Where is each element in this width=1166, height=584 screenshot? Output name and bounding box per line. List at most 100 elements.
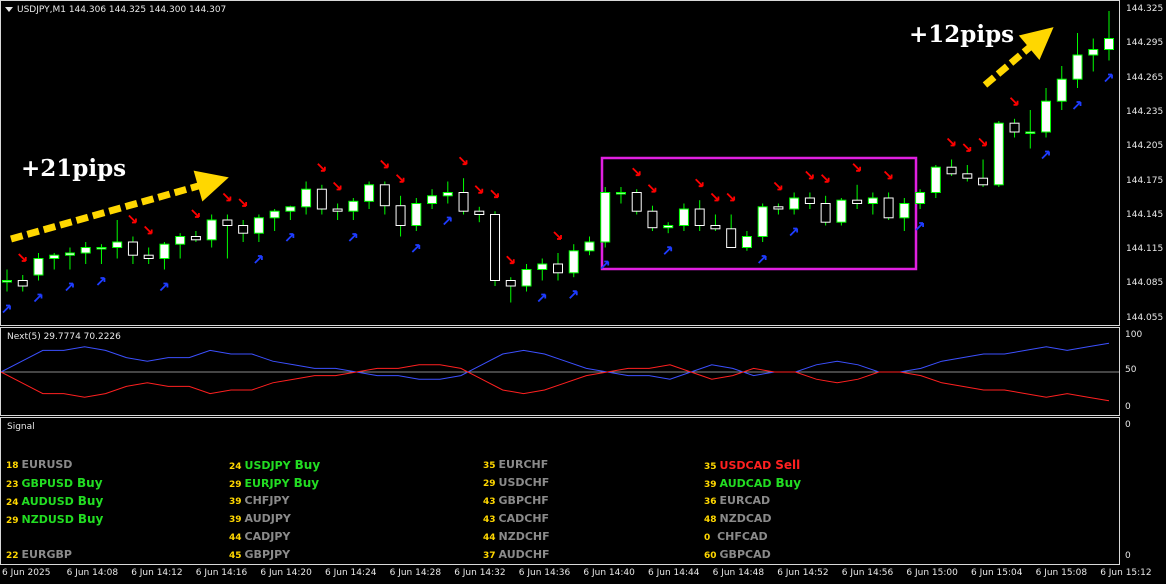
time-tick: 6 Jun 15:12 [1100, 568, 1152, 578]
candle-body [647, 210, 658, 229]
candle-body [915, 192, 926, 204]
signal-action: Buy [77, 494, 104, 508]
oscillator-blue-line [1, 342, 1110, 380]
candle-body [568, 250, 579, 274]
candle-body [253, 217, 264, 234]
candle-body [883, 197, 894, 219]
signal-row: 39 CHFJPY [229, 494, 289, 507]
time-tick: 6 Jun 15:08 [1035, 568, 1088, 578]
signal-strength: 0 [704, 533, 711, 543]
signal-row: 24 USDJPY Buy [229, 458, 320, 472]
price-chart-pane[interactable]: USDJPY,M1 144.306 144.325 144.300 144.30… [0, 0, 1120, 326]
buy-arrow [33, 293, 43, 303]
signal-row: 35 EURCHF [483, 458, 548, 471]
candle-body [474, 210, 485, 215]
currency-pair: AUDJPY [244, 512, 291, 525]
signal-action: Sell [775, 458, 801, 472]
buy-arrow [96, 277, 106, 286]
signal-strength: 37 [483, 551, 496, 561]
symbol-header: USDJPY,M1 144.306 144.325 144.300 144.30… [17, 5, 227, 15]
signal-strength: 44 [483, 533, 496, 543]
time-tick: 6 Jun 14:16 [195, 568, 248, 578]
currency-pair: CHFCAD [713, 530, 768, 543]
buy-arrow [348, 233, 358, 242]
candle-body [175, 236, 186, 245]
signal-row: 22 EURGBP [6, 548, 72, 561]
candle-body [316, 188, 327, 210]
signal-row: 18 EURUSD [6, 458, 72, 471]
candle-body [663, 225, 674, 229]
candle-body [726, 228, 737, 249]
sell-arrow [962, 143, 972, 152]
buy-arrow [254, 255, 263, 264]
candle-body [789, 197, 800, 210]
candle-body [112, 241, 123, 248]
currency-pair: GBPUSD [21, 477, 73, 490]
signal-strength: 39 [704, 480, 717, 490]
signal-row: 37 AUDCHF [483, 548, 550, 561]
buy-arrow [1041, 150, 1050, 160]
candle-body [427, 195, 438, 205]
signal-strength: 35 [704, 462, 717, 472]
sell-arrow [773, 181, 783, 191]
buy-arrow [569, 290, 578, 299]
signal-strength: 29 [6, 516, 19, 526]
time-tick: 6 Jun 14:56 [841, 568, 894, 578]
candle-body [395, 205, 406, 226]
collapse-triangle-icon[interactable] [5, 7, 13, 12]
sell-arrow [710, 192, 720, 202]
sell-arrow [18, 253, 27, 262]
currency-pair: CADCHF [498, 512, 550, 525]
time-tick: 6 Jun 14:40 [583, 568, 635, 578]
oscillator-label: Next(5) 29.7774 70.2226 [7, 332, 121, 342]
signal-row: 44 NZDCHF [483, 530, 550, 543]
sell-arrow [128, 214, 137, 224]
signal-row: 23 GBPUSD Buy [6, 476, 103, 490]
candle-body [930, 166, 941, 193]
candle-body [64, 252, 75, 256]
signal-title: Signal [7, 422, 35, 432]
candle-body [1025, 131, 1036, 134]
sell-arrow [1009, 97, 1019, 106]
time-tick: 6 Jun 14:52 [777, 568, 829, 578]
oscillator-tick: 50 [1125, 365, 1137, 375]
signal-axis-top: 0 [1125, 420, 1131, 430]
buy-arrow [663, 246, 673, 255]
candle-body [490, 214, 501, 281]
candle-body [332, 208, 343, 212]
candle-body [946, 166, 957, 175]
currency-pair: EURCHF [498, 458, 549, 471]
candle-body [804, 197, 815, 204]
signal-strength: 36 [704, 497, 717, 507]
candle-body [899, 203, 910, 219]
oscillator-pane[interactable]: Next(5) 29.7774 70.2226 [0, 327, 1120, 416]
price-tick: 144.175 [1126, 175, 1164, 186]
candle-body [710, 225, 721, 230]
signal-strength: 18 [6, 461, 19, 471]
sell-arrow [695, 178, 704, 188]
currency-pair: USDCHF [498, 476, 550, 489]
price-tick: 144.295 [1126, 38, 1164, 49]
candle-body [852, 199, 863, 204]
signal-row: 60 GBPCAD [704, 548, 771, 561]
sell-arrow [726, 192, 736, 202]
buy-arrow [65, 282, 74, 292]
candle-body [757, 206, 768, 238]
signal-action: Buy [293, 476, 320, 490]
candle-body [773, 206, 784, 210]
candle-body [33, 258, 44, 276]
candle-body [600, 192, 611, 243]
time-tick: 6 Jun 14:48 [712, 568, 765, 578]
sell-arrow [332, 181, 342, 191]
candle-body [820, 203, 831, 223]
candle-body [537, 263, 548, 270]
signal-strength: 39 [229, 515, 242, 525]
signal-strength: 24 [6, 498, 19, 508]
signal-row: 24 AUDUSD Buy [6, 494, 103, 508]
price-chart[interactable] [1, 1, 1119, 325]
price-tick: 144.085 [1126, 278, 1164, 289]
signal-pane[interactable]: Signal 18 EURUSD 23 GBPUSD Buy 24 AUDUSD Buy 29 N… [0, 417, 1120, 565]
currency-pair: EURJPY [244, 477, 290, 490]
signal-strength: 22 [6, 551, 19, 561]
signal-strength: 48 [704, 515, 717, 525]
